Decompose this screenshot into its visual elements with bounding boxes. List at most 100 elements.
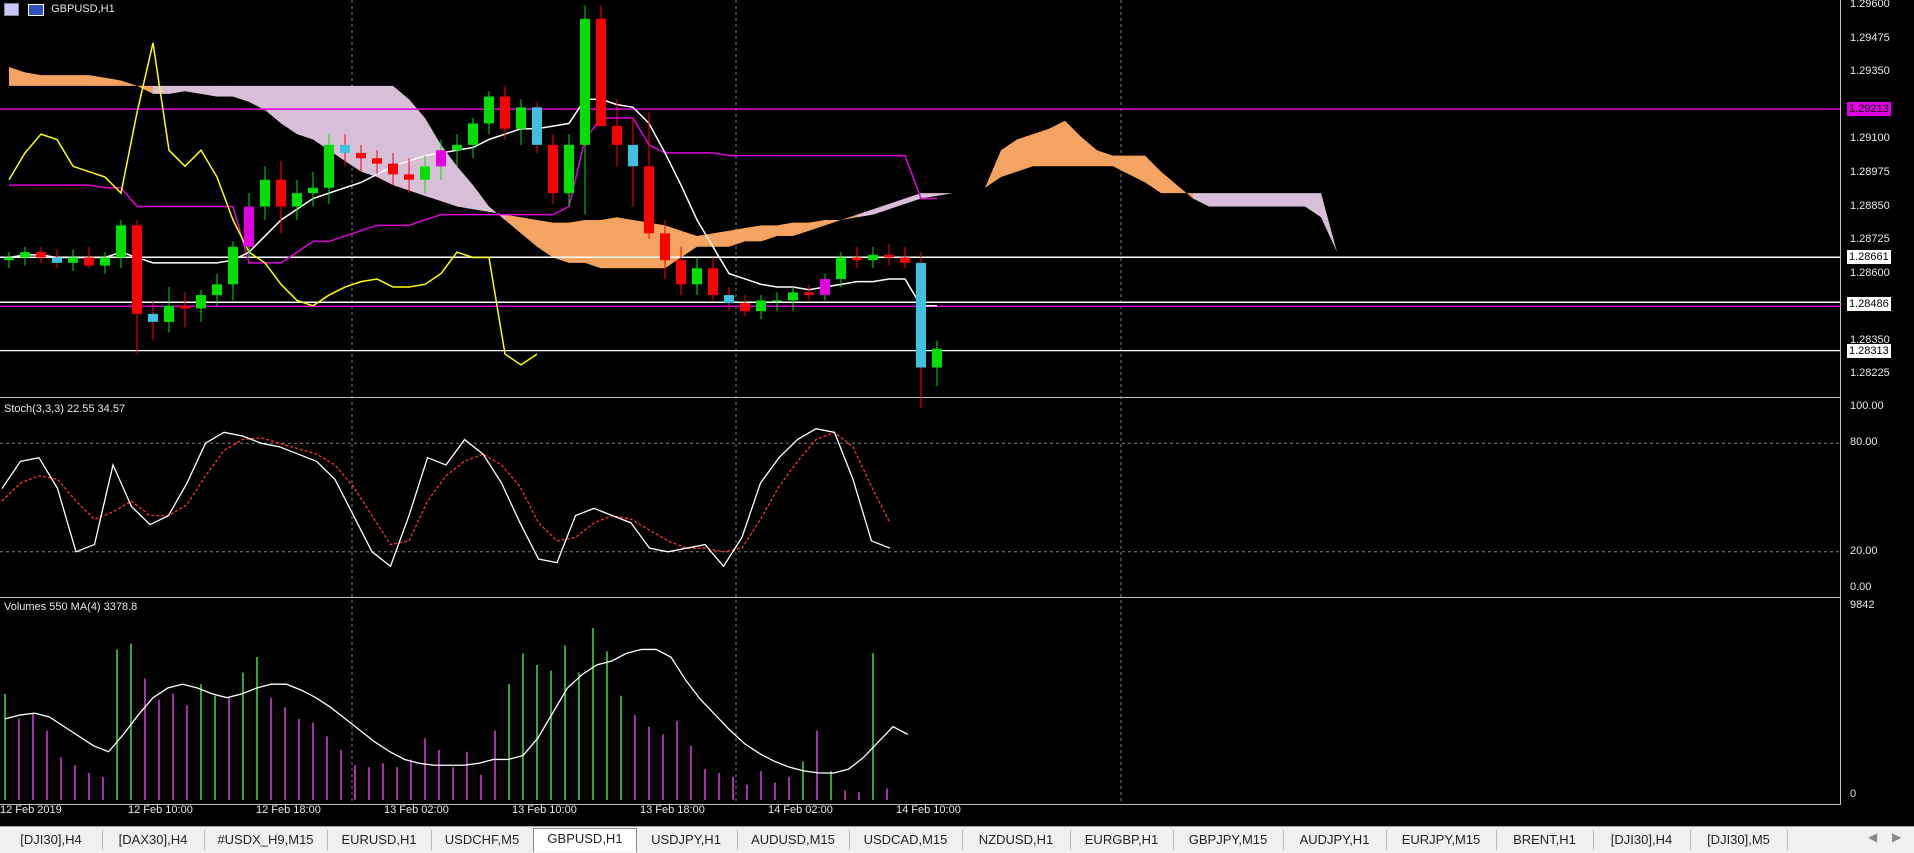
ichimoku-cloud: [169, 85, 185, 94]
candle-body: [20, 252, 30, 258]
candle-body: [884, 254, 894, 258]
ichimoku-cloud: [1241, 193, 1257, 207]
candle-body: [724, 295, 734, 304]
time-tick-label: 13 Feb 18:00: [640, 804, 705, 816]
chart-tab[interactable]: GBPUSD,H1: [533, 828, 637, 852]
candle-body: [708, 268, 718, 296]
price-tick-label: 1.29100: [1850, 132, 1890, 145]
chart-tab[interactable]: EURUSD,H1: [327, 830, 432, 850]
candle-body: [932, 348, 942, 368]
chart-tab[interactable]: NZDUSD,H1: [962, 830, 1071, 850]
ichimoku-cloud: [809, 219, 825, 231]
candle-body: [340, 144, 350, 153]
ichimoku-cloud: [745, 225, 761, 242]
ichimoku-cloud: [937, 193, 953, 196]
chart-tab[interactable]: USDJPY,H1: [635, 830, 738, 850]
chart-menu-icon[interactable]: [4, 3, 19, 16]
ichimoku-cloud: [1097, 150, 1113, 167]
price-tick-label: 1.29600: [1850, 0, 1890, 11]
chart-tab-bar: [DJI30],H4 [DAX30],H4 #USDX_H9,M15 EURUSD,H…: [0, 826, 1914, 853]
chart-tab[interactable]: [DJI30],M5: [1690, 830, 1788, 850]
candle-body: [596, 18, 606, 127]
ichimoku-cloud: [1129, 155, 1145, 183]
candle-body: [580, 18, 590, 145]
ichimoku-cloud: [617, 217, 633, 269]
ichimoku-cloud: [345, 85, 361, 172]
chart-tab[interactable]: USDCHF,M5: [431, 830, 534, 850]
candle-body: [420, 166, 430, 180]
chart-tab[interactable]: BRENT,H1: [1496, 830, 1594, 850]
chart-tab[interactable]: [DJI30],H4: [0, 830, 103, 850]
ichimoku-cloud: [217, 85, 233, 97]
chart-tab[interactable]: EURGBP,H1: [1070, 830, 1174, 850]
chart-tab[interactable]: USDCAD,M15: [849, 830, 963, 850]
chart-canvas[interactable]: [0, 0, 1914, 852]
price-tick-label: 1.29475: [1850, 31, 1890, 44]
ichimoku-cloud: [889, 198, 905, 210]
chart-tab[interactable]: GBPJPY,M15: [1173, 830, 1284, 850]
volumes-label: Volumes 550 MA(4) 3378.8: [4, 601, 138, 613]
ichimoku-cloud: [585, 219, 601, 269]
time-tick-label: 13 Feb 10:00: [512, 804, 577, 816]
ichimoku-cloud: [1177, 185, 1193, 199]
ichimoku-cloud: [489, 206, 505, 220]
candle-body: [756, 300, 766, 312]
chart-tab[interactable]: #USDX_H9,M15: [204, 830, 328, 850]
candle-body: [52, 257, 62, 263]
candle-body: [740, 303, 750, 312]
ichimoku-cloud: [201, 85, 217, 97]
chart-tab[interactable]: AUDUSD,M15: [737, 830, 850, 850]
candle-body: [772, 300, 782, 302]
ichimoku-cloud: [729, 228, 745, 247]
chart-tab[interactable]: [DJI30],H4: [1593, 830, 1691, 850]
candle-body: [660, 233, 670, 261]
candle-body: [4, 257, 14, 261]
ichimoku-cloud: [713, 230, 729, 247]
time-tick-label: 14 Feb 02:00: [768, 804, 833, 816]
ichimoku-cloud: [9, 67, 25, 86]
candle-body: [180, 305, 190, 309]
candle-body: [196, 295, 206, 309]
ichimoku-cloud: [601, 217, 617, 269]
candle-body: [244, 206, 254, 247]
candle-body: [212, 284, 222, 296]
ichimoku-cloud: [1033, 128, 1049, 167]
candle-body: [468, 123, 478, 145]
ichimoku-cloud: [233, 85, 249, 102]
chart-title: GBPUSD,H1: [51, 3, 115, 16]
candle-body: [676, 260, 686, 285]
ichimoku-cloud: [1017, 134, 1033, 172]
chart-header: GBPUSD,H1: [4, 3, 115, 16]
ichimoku-cloud: [1049, 120, 1065, 167]
candle-body: [132, 225, 142, 314]
scroll-left-icon[interactable]: ◀: [1868, 830, 1877, 844]
ichimoku-cloud: [793, 222, 809, 237]
chart-tab[interactable]: EURJPY,M15: [1386, 830, 1497, 850]
price-level-tag: 1.28486: [1847, 297, 1891, 312]
price-level-tag: 1.28661: [1847, 250, 1891, 265]
candle-body: [820, 278, 830, 296]
candle-body: [500, 96, 510, 129]
ichimoku-cloud: [841, 214, 857, 220]
ichimoku-cloud: [41, 75, 57, 86]
ichimoku-cloud: [505, 214, 521, 234]
price-tick-label: 1.28225: [1850, 367, 1890, 380]
candle-body: [516, 107, 526, 129]
chart-tab[interactable]: AUDJPY,H1: [1283, 830, 1387, 850]
ichimoku-cloud: [969, 187, 985, 194]
price-level-tag: 1.29213: [1847, 102, 1891, 117]
chart-tab[interactable]: [DAX30],H4: [102, 830, 205, 850]
candle-body: [644, 166, 654, 234]
ichimoku-cloud: [873, 203, 889, 215]
ichimoku-cloud: [777, 222, 793, 237]
ichimoku-cloud: [25, 72, 41, 86]
ichimoku-cloud: [521, 217, 537, 247]
ichimoku-cloud: [281, 85, 297, 135]
candle-body: [836, 257, 846, 279]
stoch-main-line: [1, 428, 891, 568]
ichimoku-cloud: [985, 150, 1001, 188]
ichimoku-cloud: [137, 85, 153, 94]
scroll-right-icon[interactable]: ▶: [1892, 830, 1901, 844]
time-tick-label: 12 Feb 10:00: [128, 804, 193, 816]
time-tick-label: 14 Feb 10:00: [896, 804, 961, 816]
